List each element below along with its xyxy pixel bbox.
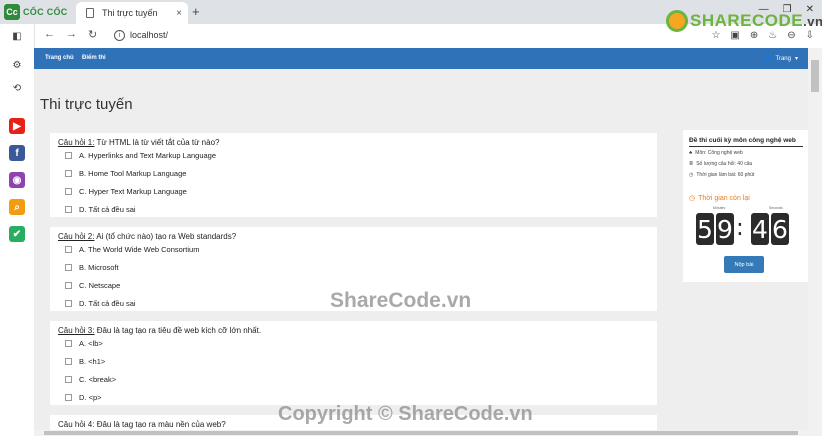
answer-option[interactable]: D. Tất cả đều sai: [65, 205, 136, 214]
question-text: Câu hỏi 2: Ai (tổ chức nào) tạo ra Web s…: [58, 232, 237, 241]
nav-scores[interactable]: Điểm thi: [82, 55, 106, 61]
answer-checkbox[interactable]: [65, 188, 72, 195]
facebook-icon[interactable]: f: [9, 145, 25, 161]
chevron-down-icon: ▾: [794, 56, 798, 62]
question-text: Câu hỏi 1: Từ HTML là từ viết tắt của từ…: [58, 138, 220, 147]
user-icon: 👤: [764, 56, 772, 62]
answer-option[interactable]: A. The World Wide Web Consortium: [65, 245, 199, 254]
question-label: Câu hỏi 4:: [58, 420, 95, 429]
exam-duration: ◷ Thời gian làm bài: 60 phút: [689, 172, 755, 178]
close-tab-icon[interactable]: ×: [176, 8, 182, 19]
horizontal-scrollbar[interactable]: [34, 430, 808, 436]
sharecode-logo-icon: [666, 10, 688, 32]
user-menu[interactable]: 👤 Trang ▾: [764, 55, 798, 63]
timer-digit: 9: [716, 213, 734, 245]
clock-icon: ◷: [689, 195, 696, 202]
question-label: Câu hỏi 1:: [58, 138, 95, 147]
seconds-label: Seconds: [769, 206, 783, 210]
messenger-icon[interactable]: ◉: [9, 172, 25, 188]
scrollbar-thumb[interactable]: [811, 60, 819, 92]
tab-title: Thi trực tuyến: [102, 8, 158, 18]
sidebar-toggle-icon[interactable]: ◧: [9, 28, 25, 44]
answer-checkbox[interactable]: [65, 300, 72, 307]
back-button[interactable]: ←: [44, 28, 55, 40]
clock-icon: ◷: [689, 172, 694, 178]
brand-name: SHARECODE: [690, 11, 804, 30]
answer-option[interactable]: D. <p>: [65, 393, 102, 402]
timer-digit: 6: [771, 213, 789, 245]
question-text: Câu hỏi 3: Đâu là tag tạo ra tiêu đề web…: [58, 326, 262, 335]
answer-option[interactable]: C. Netscape: [65, 281, 120, 290]
exam-info-panel: Đề thi cuối kỳ môn công nghệ web ♣ Môn: C…: [683, 130, 808, 282]
question-card: Câu hỏi 2: Ai (tổ chức nào) tạo ra Web s…: [50, 227, 657, 311]
exam-subject: ♣ Môn: Công nghệ web: [689, 150, 743, 156]
browser-tab[interactable]: Thi trực tuyến ×: [76, 2, 188, 24]
scrollbar-thumb[interactable]: [44, 431, 798, 435]
answer-option[interactable]: B. <h1>: [65, 357, 105, 366]
browser-sidebar: ◧ ⚙ ⟲ ▶ f ◉ ⌕ ✔: [0, 24, 35, 436]
search-icon[interactable]: ⌕: [9, 199, 25, 215]
question-label: Câu hỏi 2:: [58, 232, 95, 241]
page-icon: [86, 8, 94, 18]
vertical-scrollbar[interactable]: [808, 48, 822, 430]
sharecode-logo: SHARECODE.vn: [666, 10, 822, 32]
answer-option[interactable]: D. Tất cả đều sai: [65, 299, 136, 308]
answer-option[interactable]: A. Hyperlinks and Text Markup Language: [65, 151, 216, 160]
minutes-label: Minutes: [713, 206, 726, 210]
exam-title: Đề thi cuối kỳ môn công nghệ web: [689, 137, 803, 147]
answer-checkbox[interactable]: [65, 358, 72, 365]
coccoc-logo-icon: Cc: [4, 4, 20, 20]
info-icon[interactable]: i: [114, 30, 125, 41]
answer-option[interactable]: B. Microsoft: [65, 263, 119, 272]
youtube-icon[interactable]: ▶: [9, 118, 25, 134]
question-label: Câu hỏi 3:: [58, 326, 95, 335]
coccoc-logo-text: CỐC CỐC: [23, 7, 68, 17]
question-text: Câu hỏi 4: Đâu là tag tạo ra màu nền của…: [58, 420, 226, 429]
page-content: Trang chủ Điểm thi 👤 Trang ▾ Thi trực tu…: [34, 48, 808, 430]
address-bar[interactable]: localhost/: [130, 30, 168, 40]
answer-option[interactable]: A. <lb>: [65, 339, 103, 348]
submit-button[interactable]: Nộp bài: [724, 256, 764, 273]
answer-checkbox[interactable]: [65, 206, 72, 213]
top-navbar: Trang chủ Điểm thi 👤 Trang ▾: [34, 48, 808, 69]
timer-digit: 4: [751, 213, 769, 245]
answer-checkbox[interactable]: [65, 340, 72, 347]
exam-question-count: ≣ Số lượng câu hỏi: 40 câu: [689, 161, 753, 167]
answer-checkbox[interactable]: [65, 394, 72, 401]
timer-label: ◷ Thời gian còn lại: [689, 194, 750, 203]
answer-option[interactable]: C. <break>: [65, 375, 116, 384]
answer-checkbox[interactable]: [65, 282, 72, 289]
new-tab-button[interactable]: +: [192, 4, 200, 19]
list-icon: ≣: [689, 161, 694, 167]
brand-suffix: .vn: [803, 14, 822, 29]
answer-option[interactable]: C. Hyper Text Markup Language: [65, 187, 187, 196]
reload-button[interactable]: ↻: [88, 28, 97, 41]
coccoc-logo[interactable]: Cc CỐC CỐC: [4, 4, 70, 20]
answer-checkbox[interactable]: [65, 152, 72, 159]
nav-home[interactable]: Trang chủ: [45, 55, 74, 61]
subject-icon: ♣: [689, 150, 693, 156]
answer-option[interactable]: B. Home Tool Markup Language: [65, 169, 186, 178]
answer-checkbox[interactable]: [65, 246, 72, 253]
history-icon[interactable]: ⟲: [9, 80, 25, 96]
answer-checkbox[interactable]: [65, 264, 72, 271]
question-card: Câu hỏi 3: Đâu là tag tạo ra tiêu đề web…: [50, 321, 657, 405]
forward-button[interactable]: →: [66, 28, 77, 40]
answer-checkbox[interactable]: [65, 170, 72, 177]
page-title: Thi trực tuyến: [40, 96, 133, 113]
question-card: Câu hỏi 4: Đâu là tag tạo ra màu nền của…: [50, 415, 657, 430]
timer-digit: 5: [696, 213, 714, 245]
timer-separator: :: [736, 215, 744, 241]
question-card: Câu hỏi 1: Từ HTML là từ viết tắt của từ…: [50, 133, 657, 217]
settings-icon[interactable]: ⚙: [9, 57, 25, 73]
user-name: Trang: [775, 55, 791, 62]
answer-checkbox[interactable]: [65, 376, 72, 383]
coccoc-icon[interactable]: ✔: [9, 226, 25, 242]
